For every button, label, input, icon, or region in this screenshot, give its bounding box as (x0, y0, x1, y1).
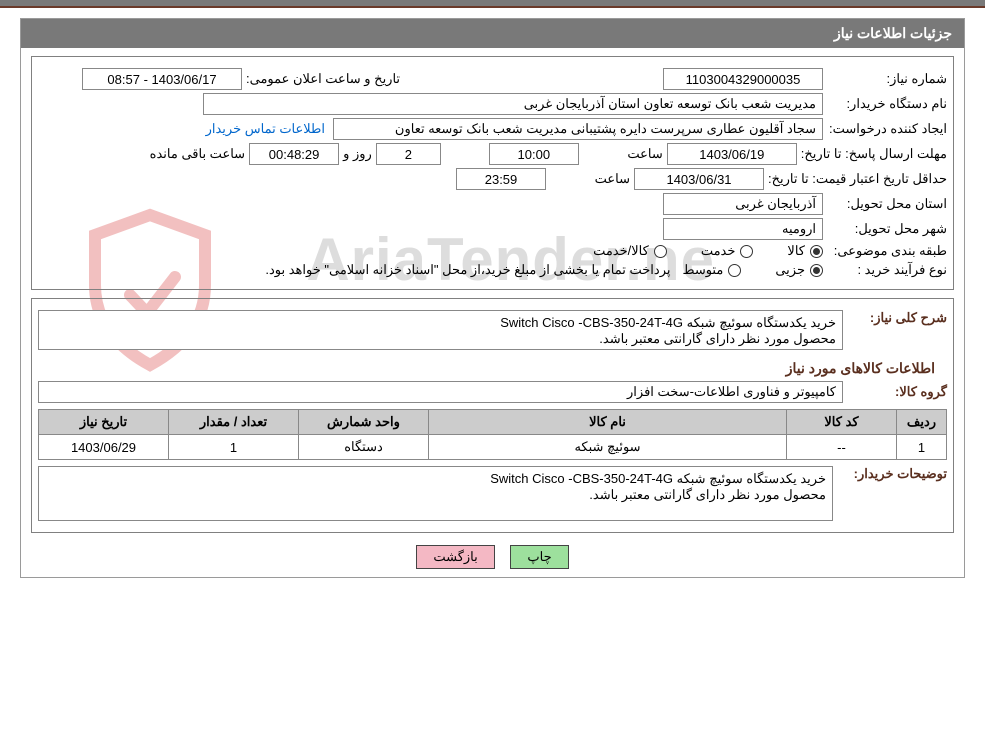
radio-service-label: خدمت (701, 243, 736, 259)
buyer-contact-link[interactable]: اطلاعات تماس خریدار (206, 121, 325, 137)
description-section: شرح کلی نیاز: اطلاعات کالاهای مورد نیاز … (31, 298, 954, 533)
radio-goods[interactable] (810, 245, 823, 258)
back-button[interactable]: بازگشت (416, 545, 494, 569)
field-group: کامپیوتر و فناوری اطلاعات-سخت افزار (38, 381, 843, 403)
cell-date: 1403/06/29 (39, 435, 169, 460)
label-time1: ساعت (583, 146, 663, 162)
label-buyer: نام دستگاه خریدار: (827, 96, 947, 112)
label-category: طبقه بندی موضوعی: (827, 243, 947, 259)
cell-code: -- (787, 435, 897, 460)
field-province: آذربایجان غربی (663, 193, 823, 215)
cell-name: سوئیچ شبکه (429, 435, 787, 460)
th-row: ردیف (897, 410, 947, 435)
th-unit: واحد شمارش (299, 410, 429, 435)
radio-partial[interactable] (810, 264, 823, 277)
radio-goods-label: کالا (787, 243, 805, 259)
label-validity: حداقل تاریخ اعتبار قیمت: تا تاریخ: (768, 171, 947, 187)
th-code: کد کالا (787, 410, 897, 435)
cell-row: 1 (897, 435, 947, 460)
label-announce: تاریخ و ساعت اعلان عمومی: (246, 71, 400, 87)
label-group: گروه کالا: (847, 384, 947, 400)
items-table: ردیف کد کالا نام کالا واحد شمارش تعداد /… (38, 409, 947, 460)
items-section-title: اطلاعات کالاهای مورد نیاز (50, 360, 935, 377)
field-validity-time: 23:59 (456, 168, 546, 190)
th-date: تاریخ نیاز (39, 410, 169, 435)
field-days-left: 2 (376, 143, 441, 165)
label-time-left: ساعت باقی مانده (150, 146, 245, 162)
label-days-and: روز و (343, 146, 372, 162)
label-deadline: مهلت ارسال پاسخ: تا تاریخ: (801, 146, 947, 162)
field-buyer: مدیریت شعب بانک توسعه تعاون استان آذربای… (203, 93, 823, 115)
radio-partial-label: جزیی (775, 262, 805, 278)
print-button[interactable]: چاپ (510, 545, 568, 569)
radio-service[interactable] (740, 245, 753, 258)
radio-medium-label: متوسط (682, 262, 723, 278)
label-province: استان محل تحویل: (827, 196, 947, 212)
cell-qty: 1 (169, 435, 299, 460)
field-countdown: 00:48:29 (249, 143, 339, 165)
page-title: جزئیات اطلاعات نیاز (21, 19, 964, 48)
field-description[interactable] (38, 310, 843, 350)
field-announce: 1403/06/17 - 08:57 (82, 68, 242, 90)
th-name: نام کالا (429, 410, 787, 435)
label-process: نوع فرآیند خرید : (827, 262, 947, 278)
field-requester: سجاد آقلیون عطاری سرپرست دایره پشتیبانی … (333, 118, 823, 140)
radio-both[interactable] (654, 245, 667, 258)
label-requester: ایجاد کننده درخواست: (827, 121, 947, 137)
label-time2: ساعت (550, 171, 630, 187)
field-need-no: 1103004329000035 (663, 68, 823, 90)
process-note: پرداخت تمام یا بخشی از مبلغ خرید،از محل … (265, 262, 670, 278)
top-accent-bar (0, 0, 985, 8)
main-info-section: شماره نیاز: 1103004329000035 تاریخ و ساع… (31, 56, 954, 290)
table-row: 1 -- سوئیچ شبکه دستگاه 1 1403/06/29 (39, 435, 947, 460)
field-deadline-time: 10:00 (489, 143, 579, 165)
label-need-no: شماره نیاز: (827, 71, 947, 87)
label-city: شهر محل تحویل: (827, 221, 947, 237)
label-desc: شرح کلی نیاز: (847, 310, 947, 326)
field-validity-date: 1403/06/31 (634, 168, 764, 190)
field-buyer-notes[interactable] (38, 466, 833, 521)
th-qty: تعداد / مقدار (169, 410, 299, 435)
field-city: ارومیه (663, 218, 823, 240)
field-deadline-date: 1403/06/19 (667, 143, 797, 165)
radio-both-label: کالا/خدمت (593, 243, 649, 259)
cell-unit: دستگاه (299, 435, 429, 460)
radio-medium[interactable] (728, 264, 741, 277)
label-buyer-notes: توضیحات خریدار: (837, 466, 947, 482)
button-bar: چاپ بازگشت (21, 545, 964, 569)
